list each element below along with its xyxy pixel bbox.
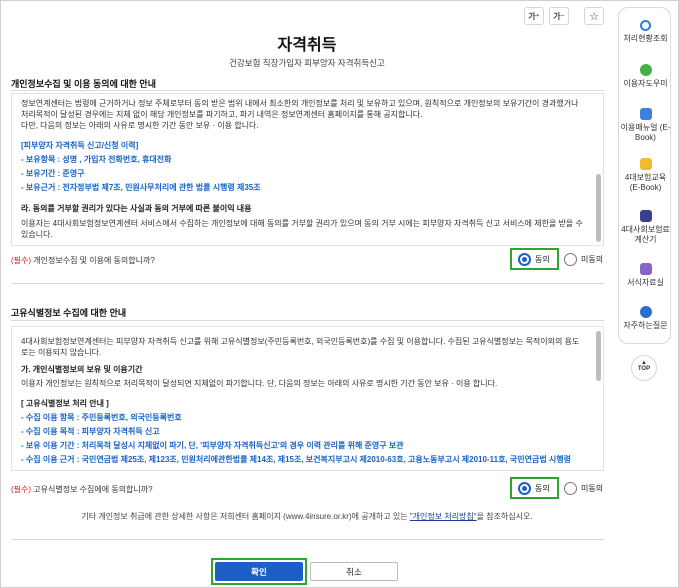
radio-unchecked-icon[interactable] [564, 482, 577, 495]
unique-id-consent-question: (필수) 고유식별정보 수집에에 동의합니까? [11, 484, 153, 495]
unique-id-retention-text: 이용자 개인정보는 원칙적으로 처리목적이 달성되면 지체없이 파기합니다. 단… [21, 379, 498, 388]
unique-id-item: - 수집 이용 항목 : 주민등록번호, 외국인등록번호 [21, 413, 182, 422]
privacy-item: - 보유근거 : 전자정부법 제7조, 민원사무처리에 관한 법률 시행령 제3… [21, 183, 261, 192]
privacy-refusal-title: 라. 동의를 거부할 권리가 있다는 사실과 동의 거부에 따른 불이익 내용 [21, 204, 252, 213]
help-book-icon [639, 108, 652, 120]
required-mark: (필수) [11, 256, 32, 265]
sidebar-item-label: 자주하는질문 [623, 321, 668, 330]
confirm-highlight [211, 558, 307, 585]
unique-id-scrollbar[interactable] [596, 331, 601, 381]
font-decrease-button[interactable]: 가⁻ [549, 7, 569, 25]
unique-id-item: - 수집 이용 목적 : 피부양자 자격취득 신고 [21, 427, 160, 436]
privacy-item: - 보유기간 : 준영구 [21, 169, 85, 178]
required-mark: (필수) [11, 485, 32, 494]
cancel-button[interactable]: 취소 [310, 562, 398, 581]
main-content: 가⁺ 가⁻ ☆ 자격취득 건강보험 직장가입자 피부양자 자격취득신고 개인정보… [0, 0, 614, 588]
sidebar-item-label: 이용매뉴얼 (E-Book) [620, 123, 671, 142]
unique-id-section-title: 고유식별정보 수집에 대한 안내 [11, 308, 127, 318]
scroll-top-button[interactable]: ▲ TOP [631, 355, 657, 381]
search-icon [640, 20, 651, 31]
note-text: 기타 개인정보 취급에 관한 상세한 사항은 저희센터 홈페이지 (www.4i… [81, 512, 410, 521]
unique-id-block-title: [ 고유식별정보 처리 안내 ] [21, 399, 109, 408]
sidebar-item-manual[interactable]: 이용매뉴얼 (E-Book) [619, 108, 672, 143]
radio-unchecked-icon[interactable] [564, 253, 577, 266]
unique-id-question-text: 고유식별정보 수집에에 동의합니까? [31, 485, 153, 494]
unique-id-terms-scrollbox[interactable]: 4대사회보험정보연계센터는 피부양자 자격취득 신고를 위해 고유식별정보(주민… [11, 326, 604, 471]
privacy-agree-highlight [510, 248, 559, 270]
quick-menu-sidebar: 처리현황조회 이용자도우미 이용매뉴얼 (E-Book) 4대보험교육 (E-B… [618, 7, 671, 344]
unique-id-agree-highlight [510, 477, 559, 499]
unique-id-intro-text: 4대사회보험정보연계센터는 피부양자 자격취득 신고를 위해 고유식별정보(주민… [21, 337, 580, 357]
privacy-terms-scrollbox[interactable]: 정보연계센터는 법령에 근거하거나 정보 주체로부터 동의 받은 범위 내에서 … [11, 93, 604, 246]
faq-icon [639, 306, 652, 318]
sidebar-item-helper[interactable]: 이용자도우미 [619, 64, 672, 89]
page-subtitle: 건강보험 직장가입자 피부양자 자격취득신고 [229, 58, 385, 68]
privacy-policy-link[interactable]: "개인정보 처리방침" [410, 512, 477, 521]
sidebar-item-forms[interactable]: 서식자료실 [619, 263, 672, 288]
sidebar-item-education[interactable]: 4대보험교육 (E-Book) [619, 158, 672, 193]
privacy-refusal-text: 이용자는 4대사회보험정보연계센터 서비스에서 수집하는 개인정보에 대해 동의… [21, 219, 583, 239]
disagree-label: 미동의 [581, 484, 604, 493]
privacy-scrollbar[interactable] [596, 174, 601, 242]
sidebar-item-label: 서식자료실 [627, 278, 664, 287]
unique-id-item: - 보유 이용 기간 : 처리목적 달성시 지체없이 파기, 단, '피부양자 … [21, 441, 404, 450]
sidebar-item-label: 이용자도우미 [623, 79, 668, 88]
privacy-section-title: 개인정보수집 및 이용 동의에 대한 안내 [11, 79, 156, 89]
unique-id-item: - 수집 이용 근거 : 국민연금법 제25조, 제123조, 민원처리에관한법… [21, 455, 571, 464]
folder-icon [639, 263, 652, 275]
privacy-consent-question: (필수) 개인정보수집 및 이용에 동의합니까? [11, 255, 155, 266]
sidebar-item-faq[interactable]: 자주하는질문 [619, 306, 672, 331]
note-text-end: 을 참조하십시오. [476, 512, 533, 521]
privacy-question-text: 개인정보수집 및 이용에 동의합니까? [31, 256, 155, 265]
privacy-divider [11, 90, 604, 91]
privacy-intro-text: 정보연계센터는 법령에 근거하거나 정보 주체로부터 동의 받은 범위 내에서 … [21, 99, 579, 119]
privacy-intro-text-2: 다만, 다음의 정보는 아래의 사유로 명시한 기간 동안 보유 · 이용 합니… [21, 121, 259, 130]
sidebar-item-label: 4대사회보험료 계산기 [621, 225, 670, 244]
section-divider [11, 283, 604, 284]
unique-id-divider [11, 320, 604, 321]
top-label: TOP [637, 366, 651, 372]
education-book-icon [639, 158, 652, 170]
sidebar-item-label: 처리현황조회 [623, 34, 668, 43]
unique-id-retention-title: 가. 개인식별정보의 보유 및 이용기간 [21, 365, 143, 374]
privacy-policy-note: 기타 개인정보 취급에 관한 상세한 사항은 저희센터 홈페이지 (www.4i… [0, 511, 614, 522]
calculator-icon [639, 210, 652, 222]
sidebar-item-calculator[interactable]: 4대사회보험료 계산기 [619, 210, 672, 245]
sidebar-item-status[interactable]: 처리현황조회 [619, 20, 672, 44]
footer-divider [11, 539, 604, 540]
disagree-label: 미동의 [581, 255, 604, 264]
sidebar-item-label: 4대보험교육 (E-Book) [624, 173, 667, 192]
privacy-disagree-radio[interactable]: 미동의 [564, 253, 603, 266]
privacy-block-title: [피부양자 자격취득 신고/신청 이력] [21, 141, 139, 150]
chat-helper-icon [639, 64, 652, 76]
font-increase-button[interactable]: 가⁺ [524, 7, 544, 25]
favorite-star-icon[interactable]: ☆ [584, 7, 604, 25]
unique-id-disagree-radio[interactable]: 미동의 [564, 482, 603, 495]
privacy-item: - 보유항목 : 성명 , 가입자 전화번호, 휴대전화 [21, 155, 172, 164]
page-title: 자격취득 [277, 37, 337, 54]
